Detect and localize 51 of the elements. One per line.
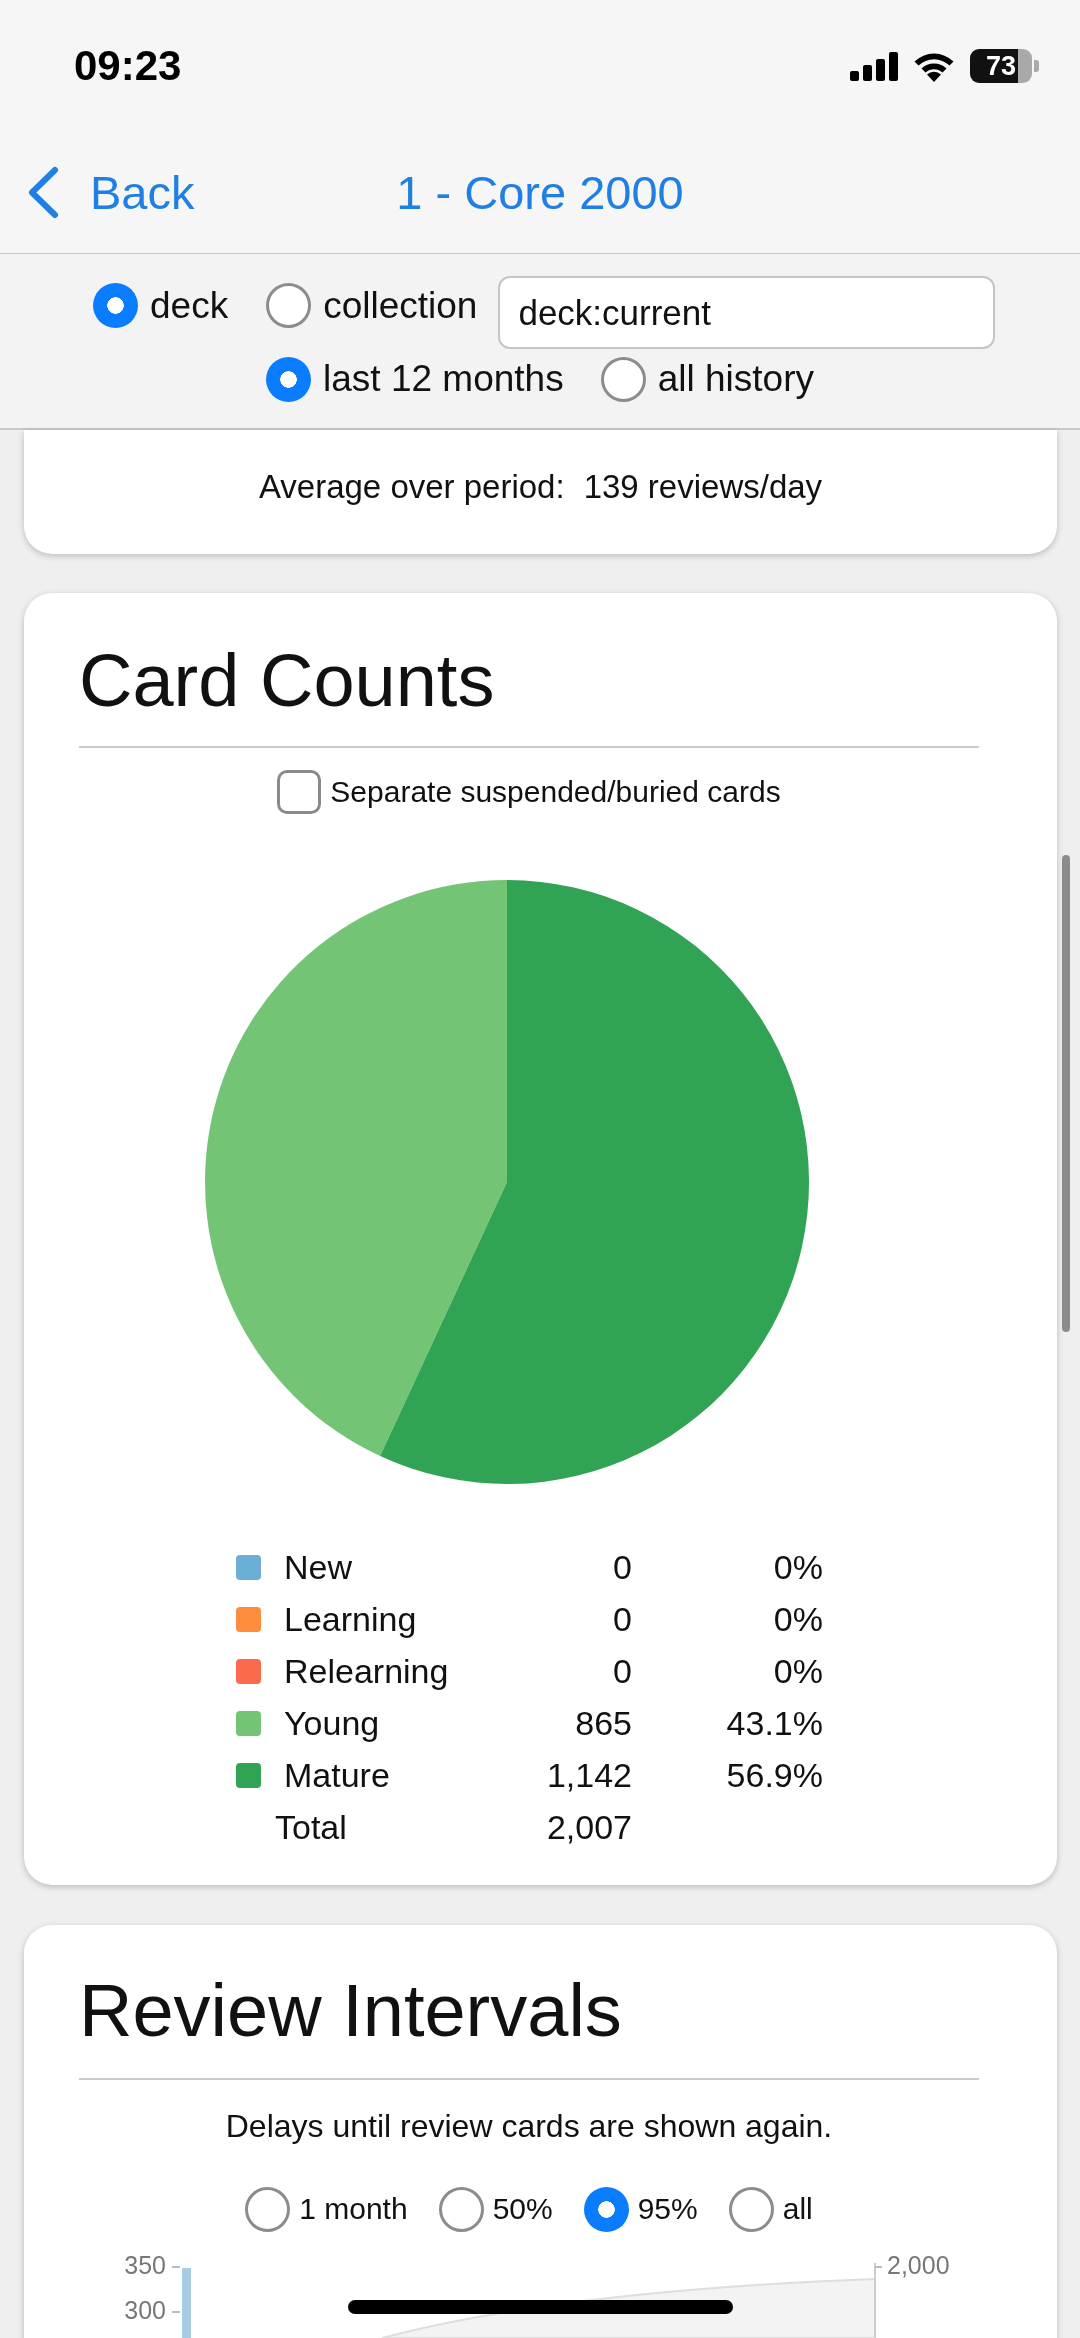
radio-button[interactable]	[600, 356, 646, 402]
radio-label[interactable]: deck	[150, 284, 229, 327]
checkbox[interactable]	[277, 770, 322, 814]
section-title: Card Counts	[79, 644, 496, 718]
radio-button[interactable]	[266, 283, 312, 328]
axis-tick-label: 350	[124, 2250, 166, 2279]
radio-label[interactable]: collection	[323, 284, 478, 327]
radio-button[interactable]	[438, 2186, 484, 2232]
legend-percent: 0%	[773, 1547, 823, 1587]
radio-label[interactable]: 50%	[492, 2192, 553, 2226]
radio-button[interactable]	[583, 2186, 629, 2232]
section-description: Delays until review cards are shown again.	[224, 2107, 834, 2146]
status-time: 09:23	[74, 42, 182, 90]
legend-count: 0	[613, 1651, 632, 1691]
radio-button[interactable]	[728, 2186, 774, 2232]
radio-label[interactable]: all	[782, 2192, 813, 2226]
stats-value: 139 reviews/day	[583, 468, 823, 506]
total-label: Total	[275, 1807, 348, 1847]
search-field[interactable]: deck:current	[498, 276, 996, 349]
legend-count: 865	[575, 1703, 632, 1743]
legend-label: Relearning	[284, 1651, 450, 1691]
radio-button[interactable]	[93, 283, 138, 328]
total-count: 2,007	[546, 1807, 632, 1847]
legend-label: Learning	[284, 1599, 418, 1639]
legend-percent: 0%	[773, 1599, 823, 1639]
radio-label[interactable]: 1 month	[299, 2192, 408, 2226]
legend-count: 1,142	[546, 1755, 632, 1795]
histogram-bar	[182, 2268, 191, 2338]
section-title: Review Intervals	[79, 1974, 623, 2048]
legend-count: 0	[613, 1547, 632, 1587]
axis-tick-label: 2,000	[887, 2250, 950, 2279]
axis-tick-label: 300	[124, 2295, 166, 2324]
radio-label[interactable]: 95%	[637, 2192, 698, 2226]
radio-button[interactable]	[245, 2186, 291, 2232]
checkbox-label[interactable]: Separate suspended/buried cards	[330, 775, 781, 809]
back-button[interactable]: Back	[26, 165, 195, 220]
legend-label: New	[284, 1547, 354, 1587]
legend-label: Young	[284, 1703, 381, 1743]
radio-button[interactable]	[266, 356, 312, 402]
battery-indicator: 73	[970, 49, 1039, 83]
legend-percent: 43.1%	[726, 1703, 823, 1743]
legend-label: Mature	[284, 1755, 391, 1795]
legend-count: 0	[613, 1599, 632, 1639]
deck-title: 1 - Core 2000	[396, 165, 684, 220]
stats-label: Average over period:	[258, 468, 565, 506]
legend-percent: 0%	[773, 1651, 823, 1691]
radio-label[interactable]: all history	[657, 358, 814, 400]
radio-label[interactable]: last 12 months	[323, 358, 564, 400]
legend-percent: 56.9%	[726, 1755, 823, 1795]
chevron-left-icon	[26, 166, 59, 219]
signal-icon	[850, 51, 898, 81]
